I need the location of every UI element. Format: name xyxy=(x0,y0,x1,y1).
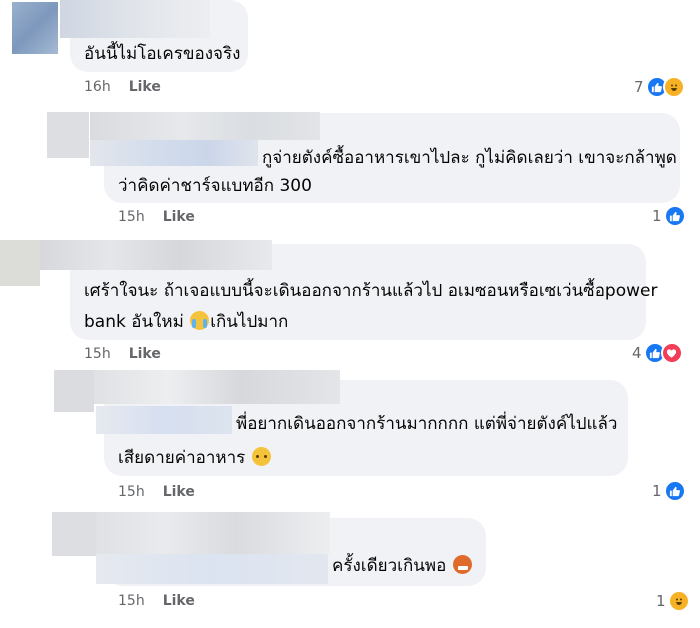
reaction-summary[interactable]: 1 xyxy=(652,480,686,502)
avatar[interactable] xyxy=(0,240,40,286)
comment-text-line-2: ว่าคิดค่าชาร์จแบทอีก 300 xyxy=(118,176,312,196)
reaction-count: 1 xyxy=(652,207,662,225)
like-link[interactable]: Like xyxy=(129,79,161,95)
author-name-redacted xyxy=(90,112,320,140)
like-link[interactable]: Like xyxy=(163,593,195,609)
like-icon xyxy=(663,205,686,227)
reaction-summary[interactable]: 7 xyxy=(634,76,685,98)
haha-icon xyxy=(667,590,690,612)
comment-text-segment: เสียดายค่าอาหาร xyxy=(118,448,246,468)
author-name-redacted xyxy=(96,554,328,584)
comment-text-segment: bank อันใหม่ xyxy=(84,312,184,332)
author-name-redacted xyxy=(60,0,210,38)
like-link[interactable]: Like xyxy=(129,346,161,362)
comment-text: ครั้งเดียวเกินพอ xyxy=(332,550,473,582)
comment-text-line-2: เสียดายค่าอาหาร xyxy=(118,442,272,474)
comment-meta: 15h Like xyxy=(118,593,195,609)
comment-meta: 15h Like xyxy=(118,209,195,225)
crying-emoji-icon xyxy=(190,311,210,330)
love-icon xyxy=(660,342,683,364)
timestamp[interactable]: 15h xyxy=(118,593,145,609)
comment-meta: 16h Like xyxy=(84,79,161,95)
comment-text-line-1: กูจ่ายตังค์ซื้ออาหารเขาไปละ กูไม่คิดเลยว… xyxy=(262,148,677,168)
like-icon xyxy=(663,480,686,502)
comment-text-segment: เกินไปมาก xyxy=(210,312,289,332)
reaction-count: 1 xyxy=(656,592,666,610)
comment-text-line-2: bank อันใหม่ เกินไปมาก xyxy=(84,306,288,338)
comment-meta: 15h Like xyxy=(118,484,195,500)
comment-text-line-1: เศร้าใจนะ ถ้าเจอแบบนี้จะเดินออกจากร้านแล… xyxy=(84,281,658,301)
author-name-redacted xyxy=(96,406,232,434)
reaction-summary[interactable]: 1 xyxy=(652,205,686,227)
timestamp[interactable]: 16h xyxy=(84,79,111,95)
author-name-redacted xyxy=(96,512,330,554)
comment-text-line-1: พี่อยากเดินออกจากร้านมากกกก แต่พี่จ่ายตั… xyxy=(236,414,618,434)
reaction-summary[interactable]: 4 xyxy=(632,342,683,364)
like-link[interactable]: Like xyxy=(163,484,195,500)
reaction-count: 1 xyxy=(652,482,662,500)
timestamp[interactable]: 15h xyxy=(118,209,145,225)
author-name-redacted xyxy=(90,140,258,166)
sad-emoji-icon xyxy=(251,447,271,466)
reaction-count: 4 xyxy=(632,344,642,362)
comment-meta: 15h Like xyxy=(84,346,161,362)
comment-text-segment: ครั้งเดียวเกินพอ xyxy=(332,556,447,576)
avatar[interactable] xyxy=(47,112,89,158)
comment-text: อันนี้ไม่โอเครของจริง xyxy=(84,44,241,64)
avatar[interactable] xyxy=(12,2,58,54)
reaction-summary[interactable]: 1 xyxy=(656,590,690,612)
author-name-redacted xyxy=(94,370,340,404)
avatar[interactable] xyxy=(52,512,96,556)
haha-icon xyxy=(662,76,685,98)
author-name-redacted xyxy=(40,240,272,270)
reaction-count: 7 xyxy=(634,78,644,96)
angry-emoji-icon xyxy=(452,555,472,574)
avatar[interactable] xyxy=(54,370,94,412)
like-link[interactable]: Like xyxy=(163,209,195,225)
timestamp[interactable]: 15h xyxy=(84,346,111,362)
timestamp[interactable]: 15h xyxy=(118,484,145,500)
